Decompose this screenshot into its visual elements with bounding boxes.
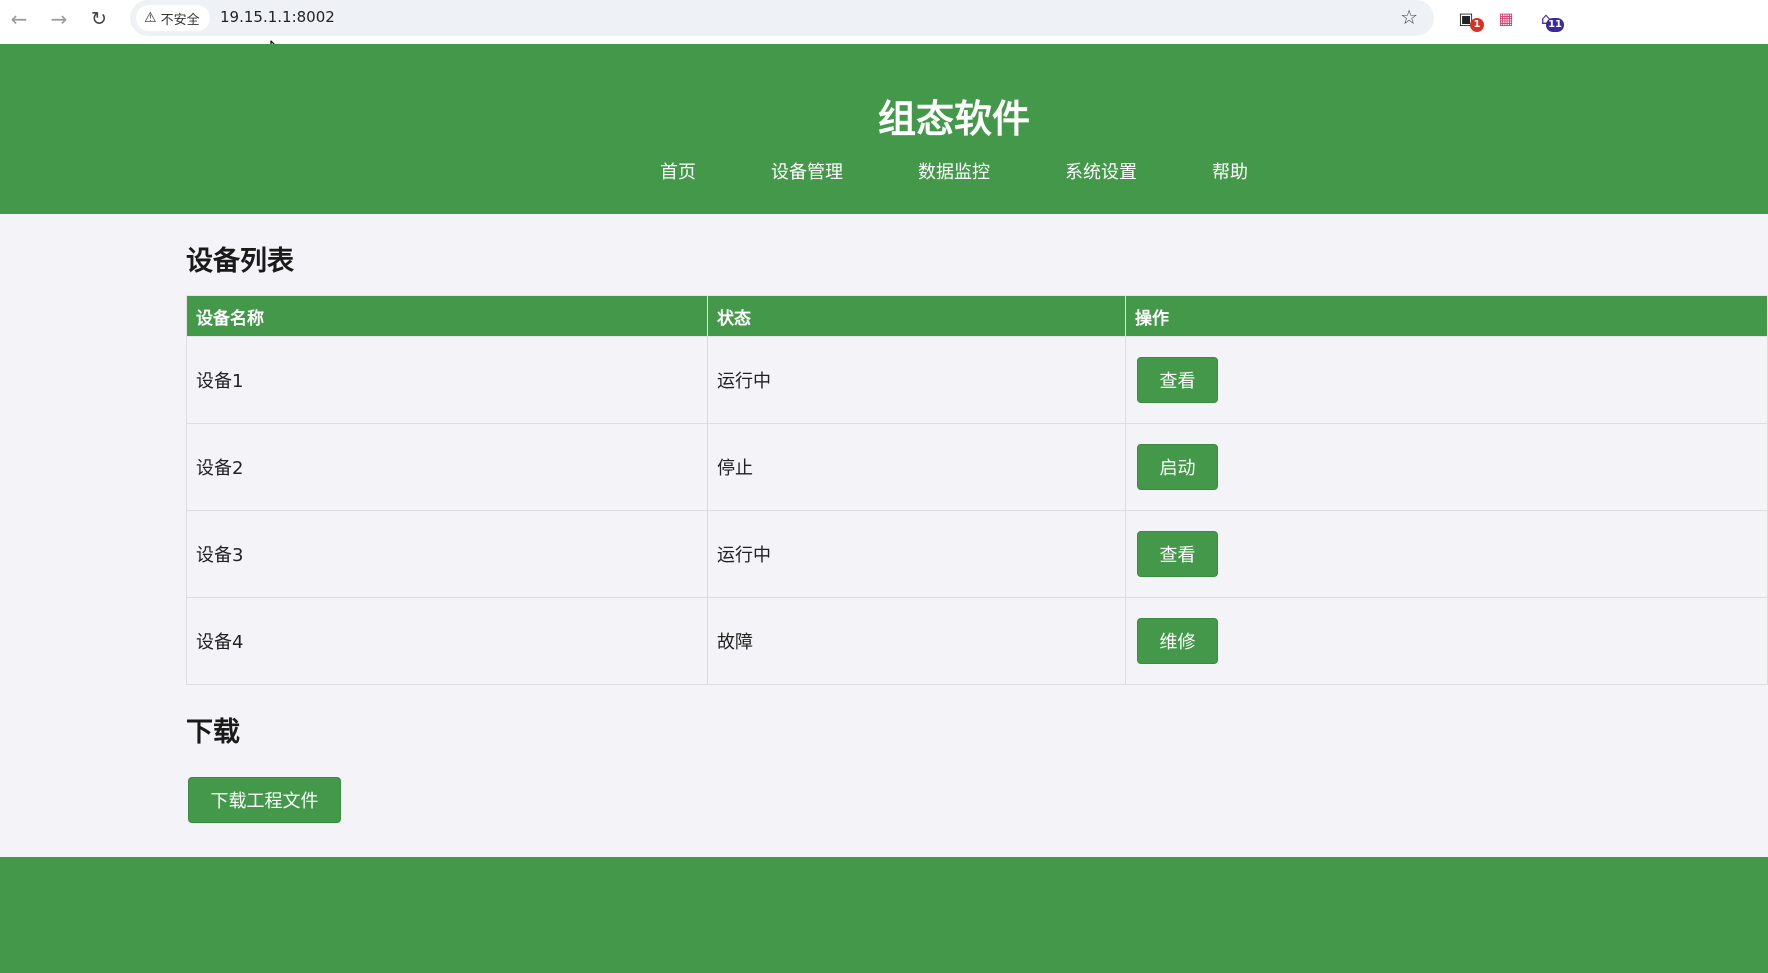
column-header-action: 操作 bbox=[1125, 295, 1768, 337]
column-header-device-name: 设备名称 bbox=[186, 295, 708, 337]
footer-bar bbox=[0, 857, 1768, 973]
device-action-cell: 查看 bbox=[1125, 510, 1768, 598]
back-arrow-icon[interactable]: ← bbox=[4, 4, 34, 34]
address-bar[interactable]: ⚠ 不安全 19.15.1.1:8002 ☆ bbox=[130, 0, 1434, 36]
device-action-cell: 启动 bbox=[1125, 423, 1768, 511]
nav-data-monitoring[interactable]: 数据监控 bbox=[918, 158, 990, 184]
extension-1-icon[interactable]: ▣ 1 bbox=[1454, 6, 1484, 32]
url-text[interactable]: 19.15.1.1:8002 bbox=[220, 8, 335, 26]
device-status-cell: 故障 bbox=[707, 597, 1126, 685]
table-row: 设备3 运行中 查看 bbox=[186, 510, 1768, 598]
extension-3-icon[interactable]: ⌂ 11 bbox=[1534, 6, 1564, 32]
view-button[interactable]: 查看 bbox=[1137, 531, 1218, 577]
extension-1-badge: 1 bbox=[1470, 18, 1484, 32]
device-status-cell: 运行中 bbox=[707, 510, 1126, 598]
table-row: 设备4 故障 维修 bbox=[186, 597, 1768, 685]
device-name-cell: 设备1 bbox=[186, 336, 708, 424]
device-name-cell: 设备4 bbox=[186, 597, 708, 685]
nav-home[interactable]: 首页 bbox=[660, 158, 696, 184]
reload-icon[interactable]: ↻ bbox=[84, 4, 114, 34]
browser-toolbar: ← → ↻ ⚠ 不安全 19.15.1.1:8002 ☆ ▣ 1 ▦ ⌂ 11 bbox=[0, 0, 1768, 44]
download-section-title: 下载 bbox=[186, 717, 240, 748]
start-button[interactable]: 启动 bbox=[1137, 444, 1218, 490]
repair-button[interactable]: 维修 bbox=[1137, 618, 1218, 664]
security-label: 不安全 bbox=[160, 12, 200, 28]
nav-system-settings[interactable]: 系统设置 bbox=[1065, 158, 1137, 184]
device-status-cell: 运行中 bbox=[707, 336, 1126, 424]
device-action-cell: 查看 bbox=[1125, 336, 1768, 424]
bookmark-star-icon[interactable]: ☆ bbox=[1400, 5, 1418, 29]
table-row: 设备1 运行中 查看 bbox=[186, 336, 1768, 424]
column-header-status: 状态 bbox=[707, 295, 1126, 337]
device-name-cell: 设备2 bbox=[186, 423, 708, 511]
device-action-cell: 维修 bbox=[1125, 597, 1768, 685]
view-button[interactable]: 查看 bbox=[1137, 357, 1218, 403]
site-title: 组态软件 bbox=[877, 97, 1031, 141]
extension-3-badge: 11 bbox=[1546, 18, 1564, 32]
table-header-row: 设备名称 状态 操作 bbox=[186, 295, 1768, 337]
download-project-button[interactable]: 下载工程文件 bbox=[188, 777, 341, 823]
device-name-cell: 设备3 bbox=[186, 510, 708, 598]
translate-glyph-icon: ▦ bbox=[1498, 8, 1514, 28]
table-row: 设备2 停止 启动 bbox=[186, 423, 1768, 511]
forward-arrow-icon[interactable]: → bbox=[44, 4, 74, 34]
device-table: 设备名称 状态 操作 设备1 运行中 查看 设备2 停止 启动 设备3 运行中 … bbox=[186, 295, 1768, 685]
nav-device-management[interactable]: 设备管理 bbox=[771, 158, 843, 184]
security-indicator[interactable]: ⚠ 不安全 bbox=[136, 5, 210, 31]
warning-icon: ⚠ bbox=[144, 10, 157, 26]
translate-extension-icon[interactable]: ▦ bbox=[1494, 6, 1518, 30]
nav-help[interactable]: 帮助 bbox=[1212, 158, 1248, 184]
site-header: 组态软件 首页 设备管理 数据监控 系统设置 帮助 bbox=[0, 44, 1768, 214]
device-list-title: 设备列表 bbox=[186, 246, 294, 277]
device-status-cell: 停止 bbox=[707, 423, 1126, 511]
